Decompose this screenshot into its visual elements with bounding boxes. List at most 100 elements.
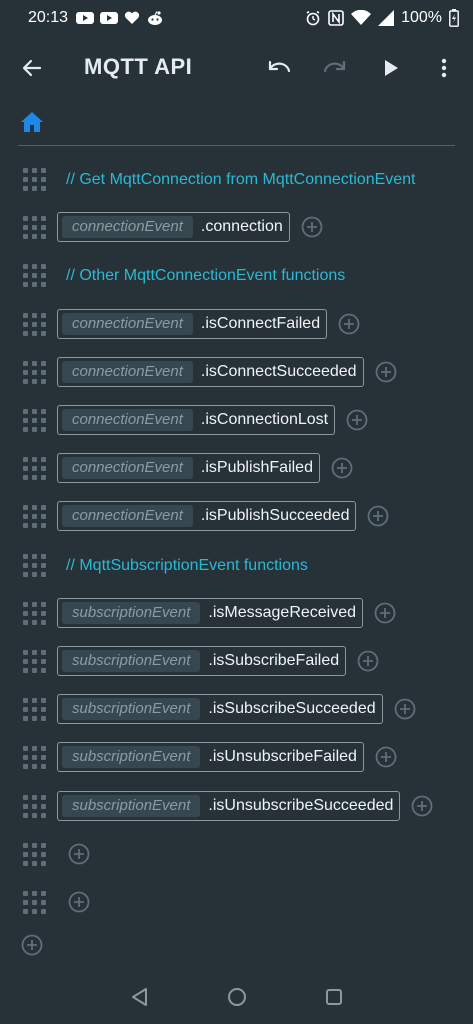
block-row: connectionEvent .isConnectFailed bbox=[0, 305, 473, 345]
method-name: .isConnectionLost bbox=[200, 411, 329, 428]
add-block-icon[interactable] bbox=[21, 934, 43, 956]
drag-handle-icon[interactable] bbox=[22, 697, 48, 723]
nav-back-icon[interactable] bbox=[130, 986, 150, 1008]
param-chip[interactable]: connectionEvent bbox=[62, 409, 193, 431]
param-chip[interactable]: connectionEvent bbox=[62, 216, 193, 239]
block-row: subscriptionEvent .isUnsubscribeSucceeded bbox=[0, 787, 473, 827]
method-name: .isUnsubscribeFailed bbox=[208, 748, 357, 766]
add-after-icon[interactable] bbox=[411, 795, 433, 817]
comment-text[interactable]: // Other MqttConnectionEvent functions bbox=[66, 267, 345, 285]
drag-handle-icon[interactable] bbox=[22, 408, 48, 434]
add-after-icon[interactable] bbox=[301, 216, 323, 238]
add-after-icon[interactable] bbox=[331, 457, 353, 479]
block-row: connectionEvent .isPublishFailed bbox=[0, 449, 473, 489]
method-name: .isPublishSucceeded bbox=[200, 507, 350, 525]
method-block[interactable]: connectionEvent .isConnectFailed bbox=[57, 308, 328, 339]
method-name: .isPublishFailed bbox=[200, 459, 313, 477]
drag-handle-icon[interactable] bbox=[22, 601, 48, 627]
add-after-icon[interactable] bbox=[346, 409, 368, 431]
add-after-icon[interactable] bbox=[394, 698, 416, 720]
block-row: connectionEvent .isConnectSucceeded bbox=[0, 353, 473, 393]
drag-handle-icon[interactable] bbox=[22, 842, 48, 868]
add-after-icon[interactable] bbox=[338, 313, 360, 335]
system-status-icons: 100% bbox=[305, 9, 459, 27]
redo-icon bbox=[323, 60, 346, 73]
add-after-icon[interactable] bbox=[367, 505, 389, 527]
notification-icons bbox=[76, 10, 164, 26]
param-chip[interactable]: subscriptionEvent bbox=[62, 650, 201, 672]
method-block[interactable]: connectionEvent .isPublishFailed bbox=[57, 453, 320, 484]
comment-row: // MqttSubscriptionEvent functions bbox=[0, 546, 473, 586]
drag-handle-icon[interactable] bbox=[22, 553, 48, 579]
method-block[interactable]: subscriptionEvent .isUnsubscribeFailed bbox=[57, 742, 364, 773]
drag-handle-icon[interactable] bbox=[22, 649, 48, 675]
param-chip[interactable]: subscriptionEvent bbox=[62, 601, 201, 624]
method-block[interactable]: connectionEvent .isPublishSucceeded bbox=[57, 501, 357, 532]
comment-row: // Get MqttConnection from MqttConnectio… bbox=[0, 160, 473, 200]
param-chip[interactable]: subscriptionEvent bbox=[62, 698, 201, 721]
method-name: .isSubscribeFailed bbox=[208, 652, 340, 669]
drag-handle-icon[interactable] bbox=[22, 167, 48, 193]
signal-icon bbox=[378, 10, 395, 26]
nav-recents-icon[interactable] bbox=[324, 987, 344, 1007]
param-chip[interactable]: connectionEvent bbox=[62, 505, 193, 528]
add-after-icon[interactable] bbox=[375, 746, 397, 768]
divider bbox=[18, 145, 455, 146]
add-after-icon[interactable] bbox=[375, 361, 397, 383]
status-bar: 20:13 100% bbox=[0, 0, 473, 36]
status-time: 20:13 bbox=[28, 9, 69, 26]
method-name: .isMessageReceived bbox=[208, 603, 357, 621]
empty-row bbox=[0, 835, 473, 875]
drag-handle-icon[interactable] bbox=[22, 745, 48, 771]
comment-text[interactable]: // Get MqttConnection from MqttConnectio… bbox=[66, 171, 416, 189]
home-icon[interactable] bbox=[20, 110, 44, 134]
method-block[interactable]: subscriptionEvent .isUnsubscribeSucceeded bbox=[57, 790, 401, 821]
drag-handle-icon[interactable] bbox=[22, 360, 48, 386]
battery-icon bbox=[449, 9, 459, 27]
undo-icon[interactable] bbox=[266, 56, 292, 80]
drag-handle-icon[interactable] bbox=[22, 312, 48, 338]
method-block[interactable]: subscriptionEvent .isSubscribeSucceeded bbox=[57, 694, 383, 725]
drag-handle-icon[interactable] bbox=[22, 504, 48, 530]
block-row: connectionEvent .isPublishSucceeded bbox=[0, 497, 473, 537]
param-chip[interactable]: subscriptionEvent bbox=[62, 746, 201, 769]
play-icon[interactable] bbox=[380, 56, 402, 80]
method-block[interactable]: connectionEvent .connection bbox=[57, 212, 290, 243]
method-block[interactable]: connectionEvent .isConnectSucceeded bbox=[57, 356, 364, 387]
method-name: .isSubscribeSucceeded bbox=[208, 700, 376, 718]
add-block-icon[interactable] bbox=[68, 843, 90, 865]
back-arrow-icon[interactable] bbox=[20, 56, 44, 80]
add-after-icon[interactable] bbox=[357, 650, 379, 672]
heart-icon bbox=[124, 11, 140, 24]
method-block[interactable]: subscriptionEvent .isMessageReceived bbox=[57, 597, 364, 628]
drag-handle-icon[interactable] bbox=[22, 456, 48, 482]
method-block[interactable]: connectionEvent .isConnectionLost bbox=[57, 405, 336, 435]
drag-handle-icon[interactable] bbox=[22, 215, 48, 241]
param-chip[interactable]: connectionEvent bbox=[62, 312, 193, 335]
param-chip[interactable]: connectionEvent bbox=[62, 360, 193, 383]
empty-row bbox=[0, 883, 473, 923]
block-row: subscriptionEvent .isSubscribeSucceeded bbox=[0, 690, 473, 730]
alarm-icon bbox=[306, 10, 320, 26]
drag-handle-icon[interactable] bbox=[22, 890, 48, 916]
add-after-icon[interactable] bbox=[374, 602, 396, 624]
battery-percent: 100% bbox=[401, 9, 442, 26]
drag-handle-icon[interactable] bbox=[22, 263, 48, 289]
add-block-icon[interactable] bbox=[68, 891, 90, 913]
youtube-icon bbox=[100, 12, 118, 24]
wifi-icon bbox=[351, 10, 372, 25]
drag-handle-icon[interactable] bbox=[22, 794, 48, 820]
method-block[interactable]: subscriptionEvent .isSubscribeFailed bbox=[57, 646, 347, 676]
nfc-icon bbox=[328, 10, 344, 26]
block-row: connectionEvent .connection bbox=[0, 208, 473, 248]
param-chip[interactable]: connectionEvent bbox=[62, 457, 193, 480]
more-vert-icon[interactable] bbox=[436, 56, 452, 80]
nav-home-icon[interactable] bbox=[226, 986, 248, 1008]
method-name: .isConnectSucceeded bbox=[200, 362, 357, 380]
reddit-icon bbox=[148, 11, 162, 25]
param-chip[interactable]: subscriptionEvent bbox=[62, 794, 201, 817]
comment-text[interactable]: // MqttSubscriptionEvent functions bbox=[66, 557, 308, 575]
app-toolbar: MQTT API bbox=[0, 36, 473, 100]
method-name: .isUnsubscribeSucceeded bbox=[208, 796, 394, 814]
block-row: subscriptionEvent .isSubscribeFailed bbox=[0, 642, 473, 682]
